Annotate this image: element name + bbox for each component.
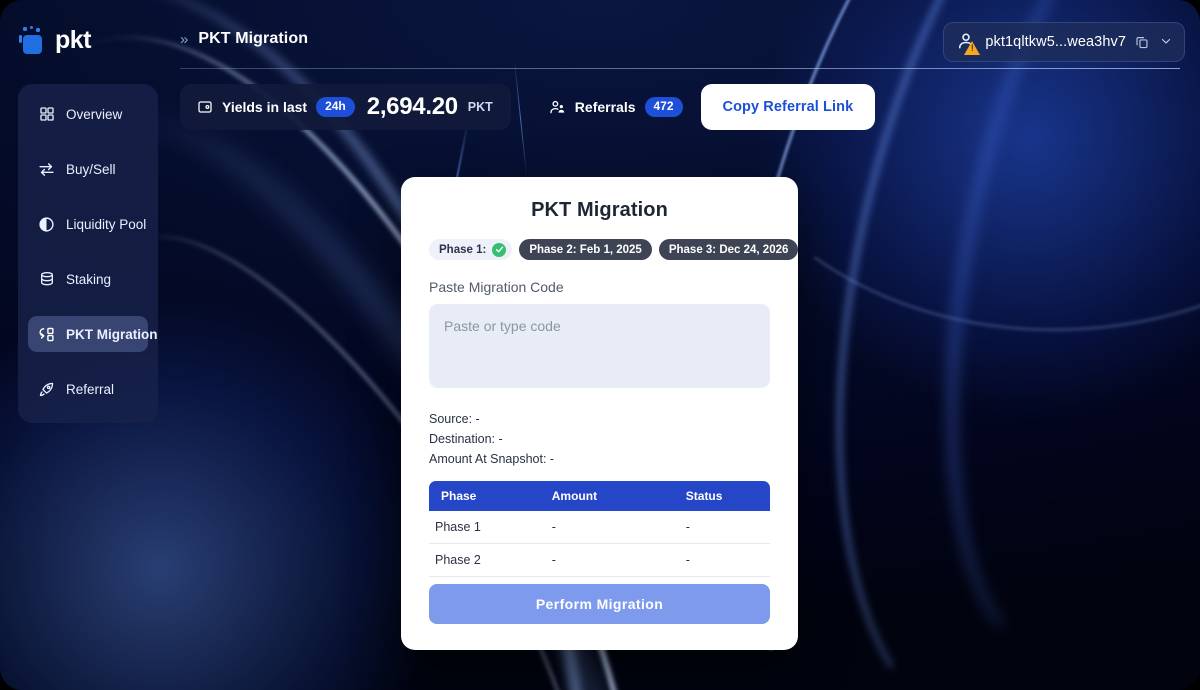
cell-amount: -	[515, 511, 652, 544]
perform-migration-button[interactable]: Perform Migration	[429, 584, 770, 624]
sidebar-item-overview[interactable]: Overview	[28, 96, 148, 132]
phase-chip-label: Phase 1:	[439, 243, 487, 256]
migration-card: PKT Migration Phase 1: Phase 2: Feb 1, 2…	[401, 177, 799, 650]
copy-referral-link-button[interactable]: Copy Referral Link	[700, 84, 876, 130]
phase-table-head: Phase Amount Status	[429, 481, 770, 511]
sidebar-nav: Overview Buy/Sell Liquidity Pool Staking…	[18, 84, 158, 423]
person-icon	[956, 31, 981, 55]
table-header-row: Phase Amount Status	[429, 481, 770, 511]
phase-chip-row: Phase 1: Phase 2: Feb 1, 2025 Phase 3: D…	[429, 239, 799, 260]
brand-name: pkt	[55, 25, 92, 54]
chevron-right-icon: »	[180, 30, 189, 48]
page-title: PKT Migration	[198, 30, 309, 47]
wallet-icon	[196, 99, 213, 116]
phase-chip-2[interactable]: Phase 2: Feb 1, 2025	[519, 239, 652, 260]
app-root: pkt » PKT Migration pkt1qltkw5...wea3hv7	[0, 0, 1200, 690]
meta-source: Source: -	[429, 412, 480, 426]
sidebar-item-label: Liquidity Pool	[66, 216, 147, 232]
sidebar-item-buy-sell[interactable]: Buy/Sell	[28, 151, 148, 187]
cell-status: -	[651, 543, 770, 577]
background-arc	[894, 0, 1200, 681]
sidebar-item-label: Staking	[66, 271, 112, 287]
yields-label: Yields in last	[222, 99, 308, 115]
sidebar-item-label: Buy/Sell	[66, 161, 116, 177]
sidebar-item-label: PKT Migration	[66, 326, 158, 342]
sidebar-item-staking[interactable]: Staking	[28, 261, 148, 297]
migration-code-label: Paste Migration Code	[429, 279, 564, 295]
breadcrumb: » PKT Migration	[180, 30, 308, 48]
warning-triangle-icon	[964, 41, 981, 55]
cell-phase: Phase 1	[429, 511, 516, 544]
yields-panel: Yields in last 24h 2,694.20 PKT	[180, 84, 511, 130]
sidebar-item-pkt-migration[interactable]: PKT Migration	[28, 316, 158, 352]
cell-amount: -	[515, 543, 652, 577]
check-icon	[492, 242, 507, 257]
card-title: PKT Migration	[531, 199, 668, 221]
yields-value: 2,694.20	[366, 93, 458, 120]
phase-chip-3[interactable]: Phase 3: Dec 24, 2026	[658, 239, 799, 260]
yields-period-badge: 24h	[316, 97, 355, 117]
sidebar-item-label: Referral	[66, 381, 115, 397]
yields-unit: PKT	[467, 100, 493, 114]
grid-icon	[38, 106, 55, 123]
table-row: Phase 1 - -	[429, 511, 770, 544]
referrals-count-badge: 472	[644, 97, 683, 117]
meta-destination: Destination: -	[429, 432, 503, 446]
swap-icon	[38, 161, 55, 178]
referrals-label: Referrals	[574, 98, 636, 115]
chevron-down-icon[interactable]	[1160, 35, 1172, 50]
cell-phase: Phase 2	[429, 543, 516, 577]
app-header: pkt » PKT Migration pkt1qltkw5...wea3hv7	[0, 0, 1200, 69]
copy-icon[interactable]	[1135, 35, 1149, 49]
migrate-icon	[38, 326, 55, 343]
pkt-logo-icon	[18, 25, 48, 55]
rocket-icon	[38, 381, 55, 398]
column-header-phase: Phase	[429, 481, 516, 511]
pie-chart-icon	[38, 216, 55, 233]
wallet-address-text: pkt1qltkw5...wea3hv7	[985, 34, 1126, 50]
phase-chip-1[interactable]: Phase 1:	[429, 239, 513, 260]
header-divider	[180, 68, 1180, 69]
column-header-amount: Amount	[515, 481, 652, 511]
sidebar-item-liquidity-pool[interactable]: Liquidity Pool	[28, 206, 148, 242]
referrals-panel: Referrals 472	[549, 97, 683, 117]
sidebar-item-label: Overview	[66, 106, 123, 122]
brand-logo[interactable]: pkt	[18, 22, 168, 58]
migration-code-input[interactable]	[429, 304, 770, 388]
database-icon	[38, 271, 55, 288]
migration-meta-list: Source: - Destination: - Amount At Snaps…	[429, 409, 770, 469]
stats-row: Yields in last 24h 2,694.20 PKT Referral…	[180, 84, 876, 130]
sidebar-item-referral[interactable]: Referral	[28, 371, 148, 407]
table-row: Phase 2 - -	[429, 543, 770, 577]
meta-amount-at-snapshot: Amount At Snapshot: -	[429, 452, 555, 466]
column-header-status: Status	[651, 481, 770, 511]
cell-status: -	[651, 511, 770, 544]
wallet-address-chip[interactable]: pkt1qltkw5...wea3hv7	[943, 22, 1185, 62]
users-icon	[549, 98, 566, 115]
